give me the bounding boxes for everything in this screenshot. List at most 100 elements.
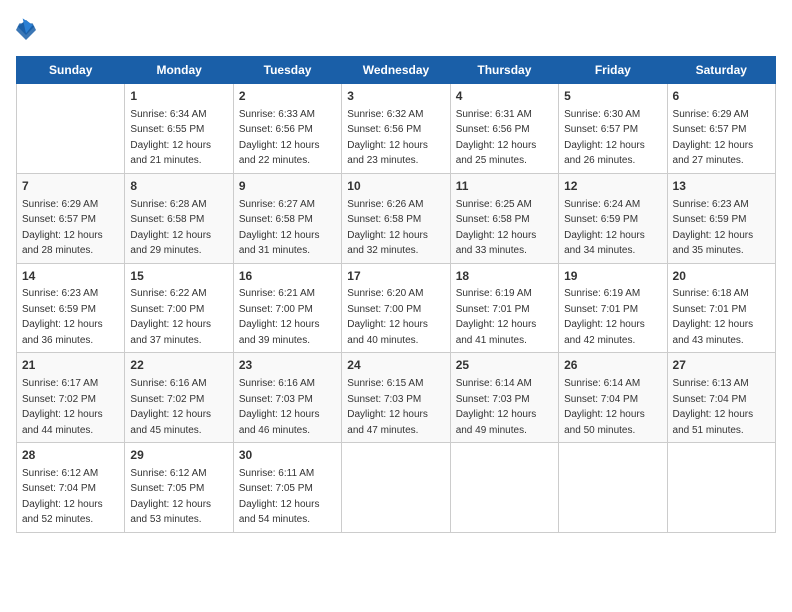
col-header-thursday: Thursday	[450, 57, 558, 84]
day-info: Sunrise: 6:15 AM Sunset: 7:03 PM Dayligh…	[347, 378, 428, 436]
calendar-week-row: 1Sunrise: 6:34 AM Sunset: 6:55 PM Daylig…	[17, 84, 776, 174]
calendar-cell: 30 Sunrise: 6:11 AM Sunset: 7:05 PM Dayli…	[233, 443, 341, 533]
calendar-cell	[667, 443, 775, 533]
day-info: Sunrise: 6:16 AM Sunset: 7:02 PM Dayligh…	[130, 378, 211, 436]
day-info: Sunrise: 6:19 AM Sunset: 7:01 PM Dayligh…	[564, 288, 645, 346]
day-number: 17	[347, 268, 444, 285]
logo-icon	[16, 16, 36, 44]
day-info: Sunrise: 6:12 AM Sunset: 7:05 PM Dayligh…	[130, 468, 211, 526]
day-info: Sunrise: 6:14 AM Sunset: 7:04 PM Dayligh…	[564, 378, 645, 436]
day-info: Sunrise: 6:16 AM Sunset: 7:03 PM Dayligh…	[239, 378, 320, 436]
day-number: 11	[456, 178, 553, 195]
calendar-cell: 3 Sunrise: 6:32 AM Sunset: 6:56 PM Daylig…	[342, 84, 450, 174]
day-info: Sunrise: 6:19 AM Sunset: 7:01 PM Dayligh…	[456, 288, 537, 346]
day-number: 9	[239, 178, 336, 195]
calendar-cell: 25 Sunrise: 6:14 AM Sunset: 7:03 PM Dayli…	[450, 353, 558, 443]
day-info: Sunrise: 6:23 AM Sunset: 6:59 PM Dayligh…	[673, 199, 754, 257]
calendar-cell: 9 Sunrise: 6:27 AM Sunset: 6:58 PM Daylig…	[233, 173, 341, 263]
calendar-cell: 16 Sunrise: 6:21 AM Sunset: 7:00 PM Dayli…	[233, 263, 341, 353]
calendar-cell: 29 Sunrise: 6:12 AM Sunset: 7:05 PM Dayli…	[125, 443, 233, 533]
day-info: Sunrise: 6:25 AM Sunset: 6:58 PM Dayligh…	[456, 199, 537, 257]
day-number: 2	[239, 88, 336, 105]
day-info: Sunrise: 6:32 AM Sunset: 6:56 PM Dayligh…	[347, 109, 428, 167]
day-number: 30	[239, 447, 336, 464]
calendar-cell	[17, 84, 125, 174]
calendar-cell: 19Sunrise: 6:19 AM Sunset: 7:01 PM Dayli…	[559, 263, 667, 353]
day-info: Sunrise: 6:26 AM Sunset: 6:58 PM Dayligh…	[347, 199, 428, 257]
day-info: Sunrise: 6:29 AM Sunset: 6:57 PM Dayligh…	[22, 199, 103, 257]
calendar-cell: 17 Sunrise: 6:20 AM Sunset: 7:00 PM Dayli…	[342, 263, 450, 353]
calendar-cell: 14Sunrise: 6:23 AM Sunset: 6:59 PM Dayli…	[17, 263, 125, 353]
calendar-cell: 26 Sunrise: 6:14 AM Sunset: 7:04 PM Dayli…	[559, 353, 667, 443]
day-number: 25	[456, 357, 553, 374]
day-info: Sunrise: 6:30 AM Sunset: 6:57 PM Dayligh…	[564, 109, 645, 167]
col-header-saturday: Saturday	[667, 57, 775, 84]
calendar-week-row: 28 Sunrise: 6:12 AM Sunset: 7:04 PM Dayli…	[17, 443, 776, 533]
calendar-week-row: 7 Sunrise: 6:29 AM Sunset: 6:57 PM Daylig…	[17, 173, 776, 263]
day-info: Sunrise: 6:22 AM Sunset: 7:00 PM Dayligh…	[130, 288, 211, 346]
calendar-cell	[450, 443, 558, 533]
calendar-cell: 6Sunrise: 6:29 AM Sunset: 6:57 PM Daylig…	[667, 84, 775, 174]
calendar-cell: 27 Sunrise: 6:13 AM Sunset: 7:04 PM Dayli…	[667, 353, 775, 443]
calendar-cell: 20 Sunrise: 6:18 AM Sunset: 7:01 PM Dayli…	[667, 263, 775, 353]
calendar-cell: 21Sunrise: 6:17 AM Sunset: 7:02 PM Dayli…	[17, 353, 125, 443]
day-number: 26	[564, 357, 661, 374]
day-number: 16	[239, 268, 336, 285]
day-number: 7	[22, 178, 119, 195]
calendar-cell	[342, 443, 450, 533]
calendar-cell	[559, 443, 667, 533]
calendar-week-row: 21Sunrise: 6:17 AM Sunset: 7:02 PM Dayli…	[17, 353, 776, 443]
calendar-cell: 12 Sunrise: 6:24 AM Sunset: 6:59 PM Dayli…	[559, 173, 667, 263]
day-number: 8	[130, 178, 227, 195]
day-number: 3	[347, 88, 444, 105]
calendar-cell: 10 Sunrise: 6:26 AM Sunset: 6:58 PM Dayli…	[342, 173, 450, 263]
day-info: Sunrise: 6:14 AM Sunset: 7:03 PM Dayligh…	[456, 378, 537, 436]
day-info: Sunrise: 6:13 AM Sunset: 7:04 PM Dayligh…	[673, 378, 754, 436]
day-number: 12	[564, 178, 661, 195]
day-number: 22	[130, 357, 227, 374]
day-number: 10	[347, 178, 444, 195]
day-number: 24	[347, 357, 444, 374]
calendar-cell: 2 Sunrise: 6:33 AM Sunset: 6:56 PM Daylig…	[233, 84, 341, 174]
day-info: Sunrise: 6:29 AM Sunset: 6:57 PM Dayligh…	[673, 109, 754, 167]
header	[16, 16, 776, 44]
calendar-cell: 1Sunrise: 6:34 AM Sunset: 6:55 PM Daylig…	[125, 84, 233, 174]
calendar-cell: 13 Sunrise: 6:23 AM Sunset: 6:59 PM Dayli…	[667, 173, 775, 263]
calendar-cell: 4Sunrise: 6:31 AM Sunset: 6:56 PM Daylig…	[450, 84, 558, 174]
calendar-cell: 22 Sunrise: 6:16 AM Sunset: 7:02 PM Dayli…	[125, 353, 233, 443]
day-number: 4	[456, 88, 553, 105]
col-header-sunday: Sunday	[17, 57, 125, 84]
day-info: Sunrise: 6:17 AM Sunset: 7:02 PM Dayligh…	[22, 378, 103, 436]
col-header-friday: Friday	[559, 57, 667, 84]
calendar-cell: 24 Sunrise: 6:15 AM Sunset: 7:03 PM Dayli…	[342, 353, 450, 443]
day-info: Sunrise: 6:24 AM Sunset: 6:59 PM Dayligh…	[564, 199, 645, 257]
day-number: 20	[673, 268, 770, 285]
logo	[16, 16, 40, 44]
day-number: 29	[130, 447, 227, 464]
day-info: Sunrise: 6:27 AM Sunset: 6:58 PM Dayligh…	[239, 199, 320, 257]
calendar-cell: 8 Sunrise: 6:28 AM Sunset: 6:58 PM Daylig…	[125, 173, 233, 263]
calendar-cell: 15 Sunrise: 6:22 AM Sunset: 7:00 PM Dayli…	[125, 263, 233, 353]
calendar-cell: 5 Sunrise: 6:30 AM Sunset: 6:57 PM Daylig…	[559, 84, 667, 174]
col-header-wednesday: Wednesday	[342, 57, 450, 84]
day-info: Sunrise: 6:21 AM Sunset: 7:00 PM Dayligh…	[239, 288, 320, 346]
day-info: Sunrise: 6:33 AM Sunset: 6:56 PM Dayligh…	[239, 109, 320, 167]
calendar-cell: 11 Sunrise: 6:25 AM Sunset: 6:58 PM Dayli…	[450, 173, 558, 263]
calendar-header-row: SundayMondayTuesdayWednesdayThursdayFrid…	[17, 57, 776, 84]
calendar-table: SundayMondayTuesdayWednesdayThursdayFrid…	[16, 56, 776, 533]
day-info: Sunrise: 6:11 AM Sunset: 7:05 PM Dayligh…	[239, 468, 320, 526]
day-info: Sunrise: 6:20 AM Sunset: 7:00 PM Dayligh…	[347, 288, 428, 346]
day-info: Sunrise: 6:18 AM Sunset: 7:01 PM Dayligh…	[673, 288, 754, 346]
day-number: 13	[673, 178, 770, 195]
day-number: 27	[673, 357, 770, 374]
day-number: 28	[22, 447, 119, 464]
day-info: Sunrise: 6:12 AM Sunset: 7:04 PM Dayligh…	[22, 468, 103, 526]
calendar-cell: 23 Sunrise: 6:16 AM Sunset: 7:03 PM Dayli…	[233, 353, 341, 443]
day-info: Sunrise: 6:23 AM Sunset: 6:59 PM Dayligh…	[22, 288, 103, 346]
day-number: 23	[239, 357, 336, 374]
day-info: Sunrise: 6:34 AM Sunset: 6:55 PM Dayligh…	[130, 109, 211, 167]
day-info: Sunrise: 6:28 AM Sunset: 6:58 PM Dayligh…	[130, 199, 211, 257]
day-number: 5	[564, 88, 661, 105]
calendar-cell: 18Sunrise: 6:19 AM Sunset: 7:01 PM Dayli…	[450, 263, 558, 353]
day-number: 15	[130, 268, 227, 285]
